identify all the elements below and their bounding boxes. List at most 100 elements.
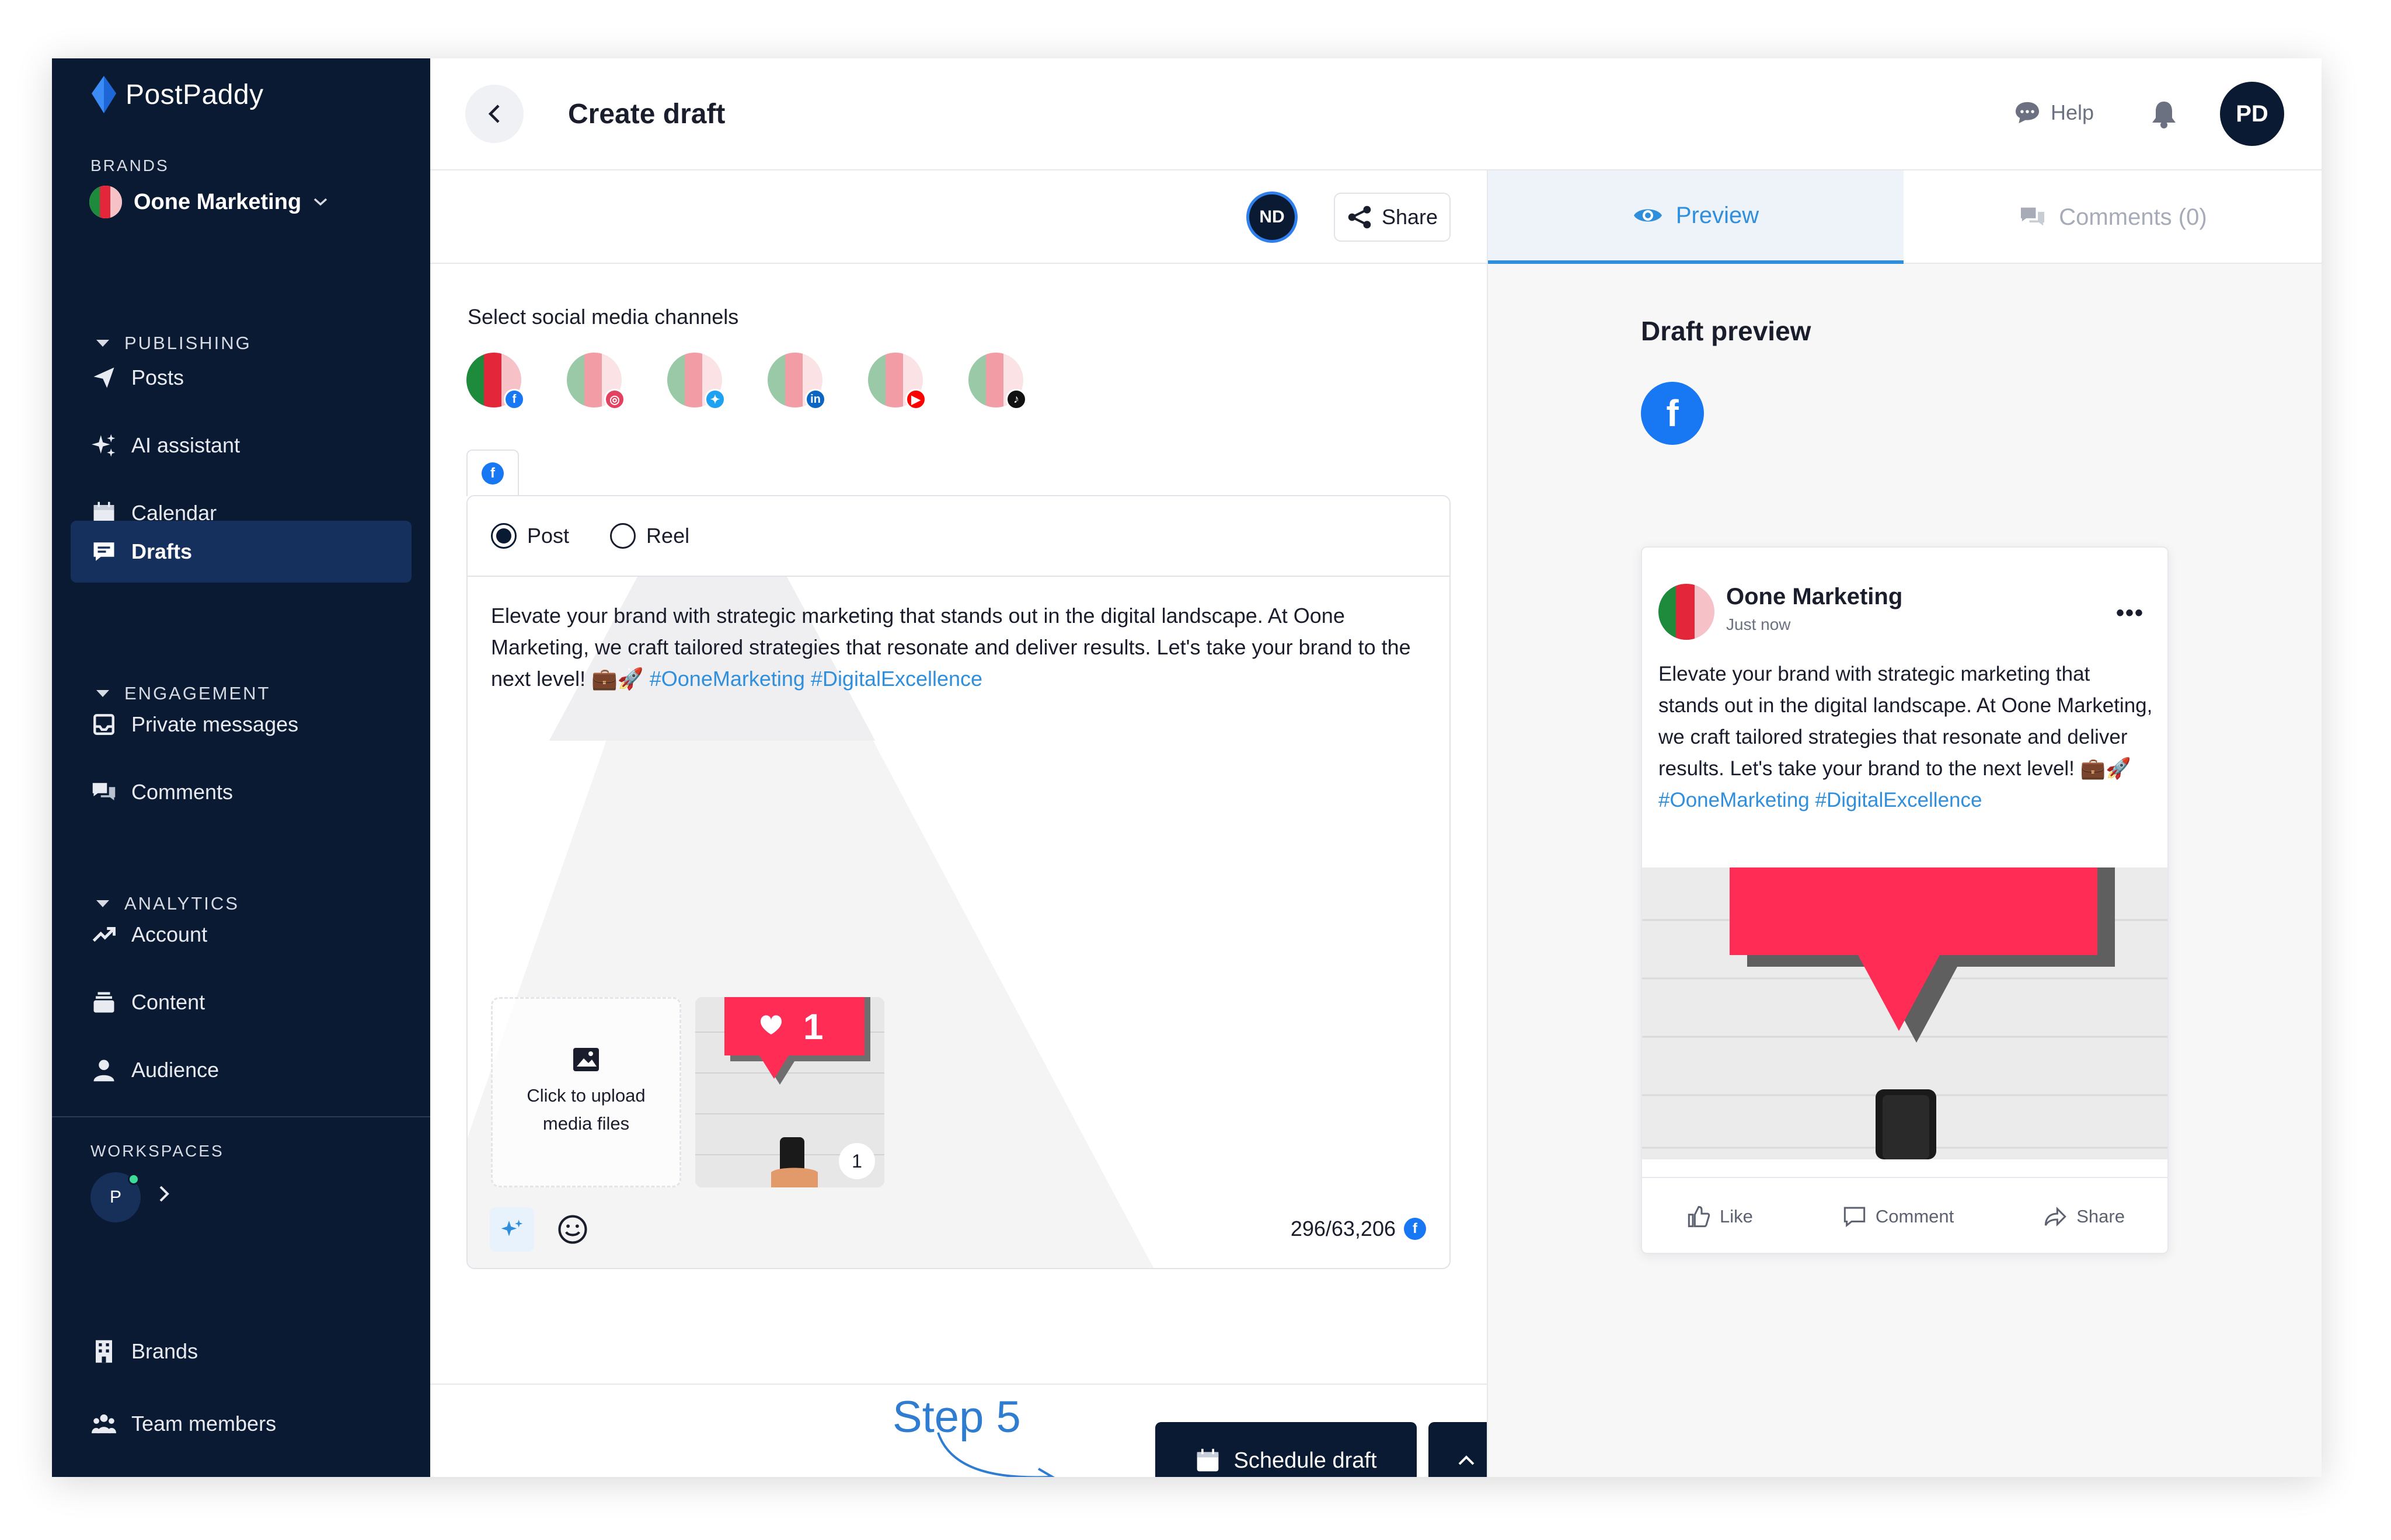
emoji-button[interactable] [555, 1212, 590, 1247]
post-type-post[interactable]: Post [491, 523, 569, 549]
online-status-dot [128, 1173, 140, 1185]
user-avatar[interactable]: PD [2220, 82, 2284, 146]
sidebar-item-label: Comments [131, 780, 233, 804]
app-logo[interactable]: PostPaddy [90, 76, 264, 113]
sidebar-item-label: Brands [131, 1339, 198, 1363]
sidebar-item-team-members[interactable]: Team members [71, 1393, 412, 1455]
back-button[interactable] [465, 85, 524, 143]
sparkles-icon [501, 1220, 523, 1236]
comments-icon [2021, 207, 2045, 226]
app-name: PostPaddy [126, 79, 264, 110]
instagram-icon: ◎ [604, 389, 625, 410]
preview-hashtag: #DigitalExcellence [1815, 789, 1982, 811]
brands-label: BRANDS [90, 156, 169, 175]
more-options-icon[interactable]: ••• [2116, 600, 2144, 626]
sidebar-item-ai-assistant[interactable]: AI assistant [71, 414, 412, 476]
sparkles-icon [92, 433, 116, 458]
media-thumbnail[interactable]: 1 1 [695, 997, 884, 1187]
schedule-draft-button[interactable]: Schedule draft [1155, 1422, 1417, 1477]
preview-panel: Preview Comments (0) Draft preview f Oon… [1487, 170, 2322, 1477]
channel-youtube[interactable]: ▶ [868, 353, 926, 410]
footer-divider [430, 1384, 1487, 1385]
channel-linkedin[interactable]: in [768, 353, 826, 410]
sidebar-item-private-messages[interactable]: Private messages [71, 694, 412, 755]
radio-unchecked-icon [610, 523, 636, 549]
sidebar-item-comments[interactable]: Comments [71, 761, 412, 823]
stack-icon [92, 990, 116, 1015]
brand-switcher[interactable]: Oone Marketing [89, 186, 328, 218]
sidebar-item-content[interactable]: Content [71, 971, 412, 1033]
editor-toolbar: ND Share [430, 170, 1487, 264]
preview-hashtag: #OoneMarketing [1658, 789, 1810, 811]
sidebar-item-posts[interactable]: Posts [71, 347, 412, 409]
post-time: Just now [1726, 615, 1791, 633]
svg-text:1: 1 [803, 1007, 823, 1047]
logo-mark-icon [92, 76, 116, 113]
share-button[interactable]: Share [1334, 193, 1451, 242]
sidebar-item-brands[interactable]: Brands [71, 1321, 412, 1382]
drafts-icon [92, 539, 116, 564]
post-type-selector: Post Reel [468, 496, 1449, 577]
tab-comments[interactable]: Comments (0) [1904, 170, 2322, 264]
channel-facebook[interactable]: f [466, 353, 525, 410]
linkedin-icon: in [805, 389, 826, 410]
brand-name: Oone Marketing [134, 189, 302, 214]
sidebar-item-account[interactable]: Account [71, 904, 412, 966]
ai-assist-button[interactable] [490, 1207, 534, 1252]
facebook-icon: f [504, 389, 525, 410]
sidebar-item-audience[interactable]: Audience [71, 1039, 412, 1101]
share-icon [1348, 205, 1371, 229]
brand-avatar [1658, 584, 1714, 640]
chat-bubble-icon [2015, 102, 2039, 124]
sidebar-item-label: Team members [131, 1412, 277, 1436]
team-icon [92, 1412, 116, 1436]
tiktok-icon: ♪ [1006, 389, 1027, 410]
chevron-right-icon[interactable] [158, 1184, 171, 1208]
smiley-icon [558, 1215, 587, 1244]
building-icon [92, 1339, 116, 1364]
sidebar-item-label: Posts [131, 365, 184, 389]
schedule-label: Schedule draft [1233, 1448, 1377, 1473]
sidebar-item-label: Audience [131, 1058, 219, 1082]
facebook-icon: f [1404, 1218, 1426, 1240]
page-name: Oone Marketing [1726, 584, 1903, 609]
help-button[interactable]: Help [2014, 100, 2094, 125]
upload-media-button[interactable]: Click to upload media files [491, 997, 681, 1187]
sidebar-item-label: Content [131, 990, 205, 1014]
post-actions: Like Comment Share [1642, 1177, 2167, 1253]
top-header: Create draft Help PD [430, 58, 2322, 170]
trend-icon [92, 922, 116, 947]
sidebar-divider [52, 1116, 430, 1117]
character-count-value: 296/63,206 [1290, 1217, 1396, 1241]
character-counter: 296/63,206 f [1291, 1217, 1426, 1241]
draft-editor: ND Share Select social media channels f ◎… [430, 170, 1504, 1477]
comment-button[interactable]: Comment [1843, 1205, 1954, 1228]
caret-down-icon [96, 340, 109, 347]
post-type-reel[interactable]: Reel [610, 523, 689, 549]
eye-icon [1633, 209, 1662, 222]
preview-title: Draft preview [1641, 316, 1811, 346]
tab-facebook[interactable]: f [466, 450, 519, 496]
annotation-arrow-icon [937, 1432, 1055, 1477]
preview-body: Elevate your brand with strategic market… [1658, 663, 2153, 780]
share-post-button[interactable]: Share [2044, 1205, 2125, 1228]
tab-label: Comments (0) [2059, 204, 2207, 230]
compose-box: Post Reel Elevate your brand with strate… [466, 495, 1451, 1269]
paper-plane-icon [92, 365, 116, 390]
channel-tiktok[interactable]: ♪ [968, 353, 1027, 410]
collaborator-avatar[interactable]: ND [1246, 191, 1298, 243]
tab-preview[interactable]: Preview [1488, 170, 1904, 264]
image-icon [573, 1048, 599, 1071]
app-window: PostPaddy BRANDS Oone Marketing PUBLISHI… [52, 58, 2322, 1477]
preview-post-text: Elevate your brand with strategic market… [1658, 658, 2156, 816]
inbox-icon [92, 712, 116, 737]
notification-bell-icon[interactable] [2151, 100, 2177, 131]
calendar-icon [1197, 1448, 1219, 1472]
channel-twitter[interactable]: ✦ [667, 353, 726, 410]
comment-icon [1843, 1207, 1866, 1228]
channel-instagram[interactable]: ◎ [567, 353, 625, 410]
like-button[interactable]: Like [1687, 1205, 1753, 1228]
sidebar-item-drafts[interactable]: Drafts [71, 521, 412, 583]
post-text-area[interactable]: Elevate your brand with strategic market… [491, 600, 1431, 695]
share-label: Share [1381, 205, 1438, 229]
